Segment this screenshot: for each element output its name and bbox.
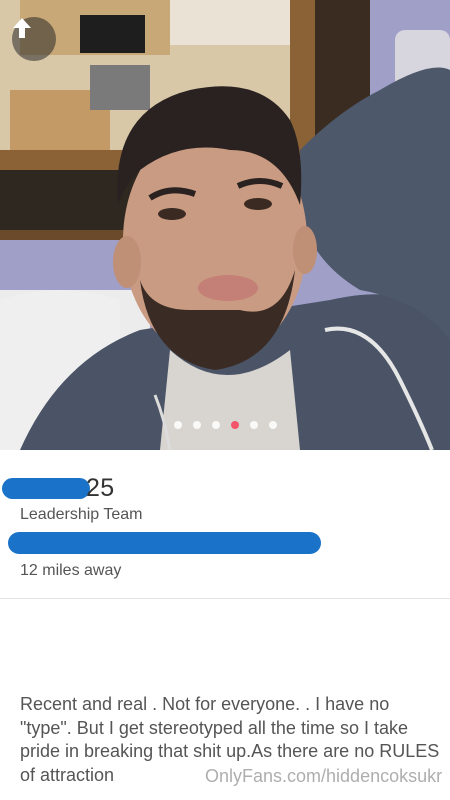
profile-photo[interactable] [0, 0, 450, 450]
profile-photo-illustration [0, 0, 450, 450]
school-redaction [8, 532, 321, 554]
watermark-text: OnlyFans.com/hiddencoksukr [205, 766, 443, 786]
photo-pager-dots[interactable] [0, 419, 450, 431]
name-age-row: 25 [0, 474, 450, 502]
job-title: Leadership Team [20, 506, 143, 523]
divider [0, 598, 450, 599]
pager-dot[interactable] [192, 421, 201, 429]
pager-dot[interactable] [268, 421, 277, 429]
scroll-up-button[interactable] [12, 17, 56, 61]
pager-dot[interactable] [211, 421, 220, 429]
distance-label: 12 miles away [20, 562, 122, 579]
pager-dot[interactable] [249, 421, 258, 429]
pager-dot-active[interactable] [230, 421, 239, 429]
name-redaction [2, 478, 90, 499]
profile-age: 25 [86, 474, 115, 502]
pager-dot[interactable] [173, 421, 182, 429]
